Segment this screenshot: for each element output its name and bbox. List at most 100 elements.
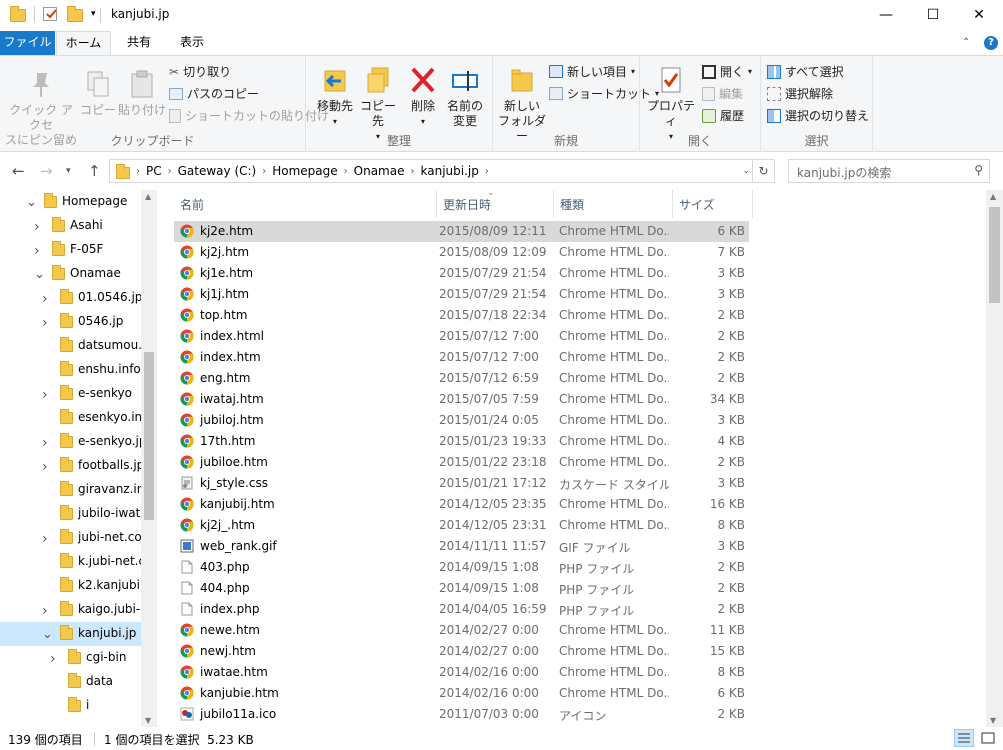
up-button[interactable]: ↑: [88, 162, 101, 180]
chevron-right-icon[interactable]: ›: [42, 315, 48, 331]
tree-item[interactable]: › Asahi: [0, 214, 141, 238]
tree-item[interactable]: enshu.info: [0, 358, 141, 382]
tree-item[interactable]: › e-senkyo: [0, 382, 141, 406]
copy-path-button[interactable]: パスのコピー: [169, 85, 259, 102]
chevron-down-icon[interactable]: ⌄: [26, 195, 37, 210]
file-row[interactable]: index.php 2014/04/05 16:59 PHP ファイル 2 KB: [174, 599, 749, 620]
file-row[interactable]: kj1j.htm 2015/07/29 21:54 Chrome HTML Do..…: [174, 284, 749, 305]
file-row[interactable]: 404.php 2014/09/15 1:08 PHP ファイル 2 KB: [174, 578, 749, 599]
chevron-right-icon[interactable]: ›: [42, 435, 48, 451]
delete-button[interactable]: 削除 ▾: [406, 65, 440, 129]
scroll-up-icon[interactable]: ▲: [990, 192, 996, 201]
column-header-name[interactable]: 名前: [174, 190, 437, 218]
invert-selection-button[interactable]: 選択の切り替え: [767, 107, 869, 124]
file-row[interactable]: jubiloj.htm 2015/01/24 0:05 Chrome HTML Do…: [174, 410, 749, 431]
file-row[interactable]: kj1e.htm 2015/07/29 21:54 Chrome HTML Do..…: [174, 263, 749, 284]
chevron-right-icon[interactable]: ›: [42, 459, 48, 475]
address-bar[interactable]: › PC › Gateway (C:) › Homepage › Onamae …: [109, 159, 775, 183]
file-row[interactable]: kj_style.css 2015/01/21 17:12 カスケード スタイル シ…: [174, 473, 749, 494]
move-to-button[interactable]: 移動先 ▾: [312, 65, 358, 129]
tree-item[interactable]: datsumou.jp: [0, 334, 141, 358]
tree-item[interactable]: k2.kanjubi.jp: [0, 574, 141, 598]
tree-item[interactable]: › e-senkyo.jp: [0, 430, 141, 454]
new-item-button[interactable]: 新しい項目 ▾: [549, 63, 635, 80]
tree-item[interactable]: ⌄ Onamae: [0, 262, 141, 286]
file-row[interactable]: 403.php 2014/09/15 1:08 PHP ファイル 2 KB: [174, 557, 749, 578]
file-row[interactable]: 17th.htm 2015/01/23 19:33 Chrome HTML Do..…: [174, 431, 749, 452]
copy-button[interactable]: コピー: [79, 69, 117, 118]
chevron-down-icon[interactable]: ⌄: [34, 267, 45, 282]
filelist-scroll-thumb[interactable]: [989, 207, 1000, 303]
tree-item[interactable]: esenkyo.info: [0, 406, 141, 430]
tab-share[interactable]: 共有: [115, 31, 163, 55]
select-all-button[interactable]: すべて選択: [767, 63, 844, 80]
navpane-scrollbar[interactable]: ▲ ▼: [141, 190, 157, 727]
rename-button[interactable]: 名前の 変更: [443, 65, 487, 129]
file-row[interactable]: index.htm 2015/07/12 7:00 Chrome HTML Do..…: [174, 347, 749, 368]
tree-item[interactable]: › cgi-bin: [0, 646, 141, 670]
tree-item[interactable]: data: [0, 670, 141, 694]
properties-icon[interactable]: [43, 7, 57, 21]
search-box[interactable]: kanjubi.jpの検索 ⚲: [788, 159, 990, 183]
file-row[interactable]: kj2j_.htm 2014/12/05 23:31 Chrome HTML Do.…: [174, 515, 749, 536]
file-row[interactable]: newj.htm 2014/02/27 0:00 Chrome HTML Do...…: [174, 641, 749, 662]
search-icon[interactable]: ⚲: [974, 163, 983, 177]
tree-item[interactable]: jubilo-iwata: [0, 502, 141, 526]
history-button[interactable]: 履歴: [702, 107, 744, 124]
breadcrumb-pc[interactable]: PC: [140, 164, 168, 178]
file-row[interactable]: kanjubie.htm 2014/02/16 0:00 Chrome HTML D…: [174, 683, 749, 704]
forward-button[interactable]: →: [40, 162, 53, 180]
tree-item[interactable]: › F-05F: [0, 238, 141, 262]
paste-button[interactable]: 貼り付け: [118, 69, 166, 118]
chevron-right-icon[interactable]: ›: [34, 243, 40, 259]
select-none-button[interactable]: 選択解除: [767, 85, 833, 102]
tree-item[interactable]: › 01.0546.jp: [0, 286, 141, 310]
large-icons-view-button[interactable]: [978, 729, 998, 747]
chevron-right-icon[interactable]: ›: [50, 651, 56, 667]
tree-item[interactable]: ⌄ Homepage: [0, 190, 141, 214]
file-row[interactable]: iwataj.htm 2015/07/05 7:59 Chrome HTML Do.…: [174, 389, 749, 410]
edit-button[interactable]: 編集: [702, 85, 743, 102]
tree-item[interactable]: k.jubi-net.com: [0, 550, 141, 574]
navpane-scroll-thumb[interactable]: [144, 352, 154, 520]
chevron-down-icon[interactable]: ⌄: [42, 627, 53, 642]
scroll-down-icon[interactable]: ▼: [990, 716, 996, 725]
breadcrumb-onamae[interactable]: Onamae: [348, 164, 411, 178]
back-button[interactable]: ←: [12, 162, 25, 180]
tab-home[interactable]: ホーム: [56, 31, 111, 56]
tree-item[interactable]: i: [0, 694, 141, 718]
column-header-size[interactable]: サイズ: [673, 190, 753, 218]
open-button[interactable]: 開く ▾: [702, 63, 752, 80]
paste-shortcut-button[interactable]: ショートカットの貼り付け: [169, 107, 329, 124]
chevron-down-icon[interactable]: ▾: [91, 9, 96, 19]
chevron-right-icon[interactable]: ›: [42, 387, 48, 403]
breadcrumb-homepage[interactable]: Homepage: [266, 164, 343, 178]
tree-item[interactable]: › kaigo.jubi-net: [0, 598, 141, 622]
maximize-button[interactable]: ☐: [910, 0, 956, 30]
chevron-right-icon[interactable]: ›: [42, 291, 48, 307]
chevron-right-icon[interactable]: ›: [42, 603, 48, 619]
scroll-up-icon[interactable]: ▲: [145, 192, 151, 201]
new-folder-icon[interactable]: [67, 6, 83, 22]
tree-item[interactable]: › footballs.jp: [0, 454, 141, 478]
tree-item[interactable]: ⌄ kanjubi.jp: [0, 622, 141, 646]
chevron-down-icon[interactable]: ⌄: [742, 166, 750, 176]
file-row[interactable]: jubilo11a.ico 2011/07/03 0:00 アイコン 2 KB: [174, 704, 749, 725]
refresh-icon[interactable]: ↻: [752, 160, 774, 182]
tree-item[interactable]: › jubi-net.com: [0, 526, 141, 550]
close-button[interactable]: ✕: [956, 0, 1002, 30]
file-row[interactable]: eng.htm 2015/07/12 6:59 Chrome HTML Do... 2…: [174, 368, 749, 389]
recent-locations-button[interactable]: ▾: [66, 166, 71, 176]
chevron-right-icon[interactable]: ›: [42, 531, 48, 547]
file-row[interactable]: web_rank.gif 2014/11/11 11:57 GIF ファイル 3 KB: [174, 536, 749, 557]
file-row[interactable]: kj2e.htm 2015/08/09 12:11 Chrome HTML Do..…: [174, 221, 749, 242]
file-row[interactable]: newe.htm 2014/02/27 0:00 Chrome HTML Do...…: [174, 620, 749, 641]
tree-item[interactable]: › 0546.jp: [0, 310, 141, 334]
breadcrumb-drive[interactable]: Gateway (C:): [172, 164, 263, 178]
file-row[interactable]: jubiloe.htm 2015/01/22 23:18 Chrome HTML D…: [174, 452, 749, 473]
file-row[interactable]: index.html 2015/07/12 7:00 Chrome HTML Do.…: [174, 326, 749, 347]
column-header-type[interactable]: 種類: [554, 190, 673, 218]
help-icon[interactable]: ?: [984, 36, 998, 50]
cut-button[interactable]: ✂ 切り取り: [169, 63, 231, 80]
breadcrumb-kanjubi[interactable]: kanjubi.jp: [415, 164, 485, 178]
